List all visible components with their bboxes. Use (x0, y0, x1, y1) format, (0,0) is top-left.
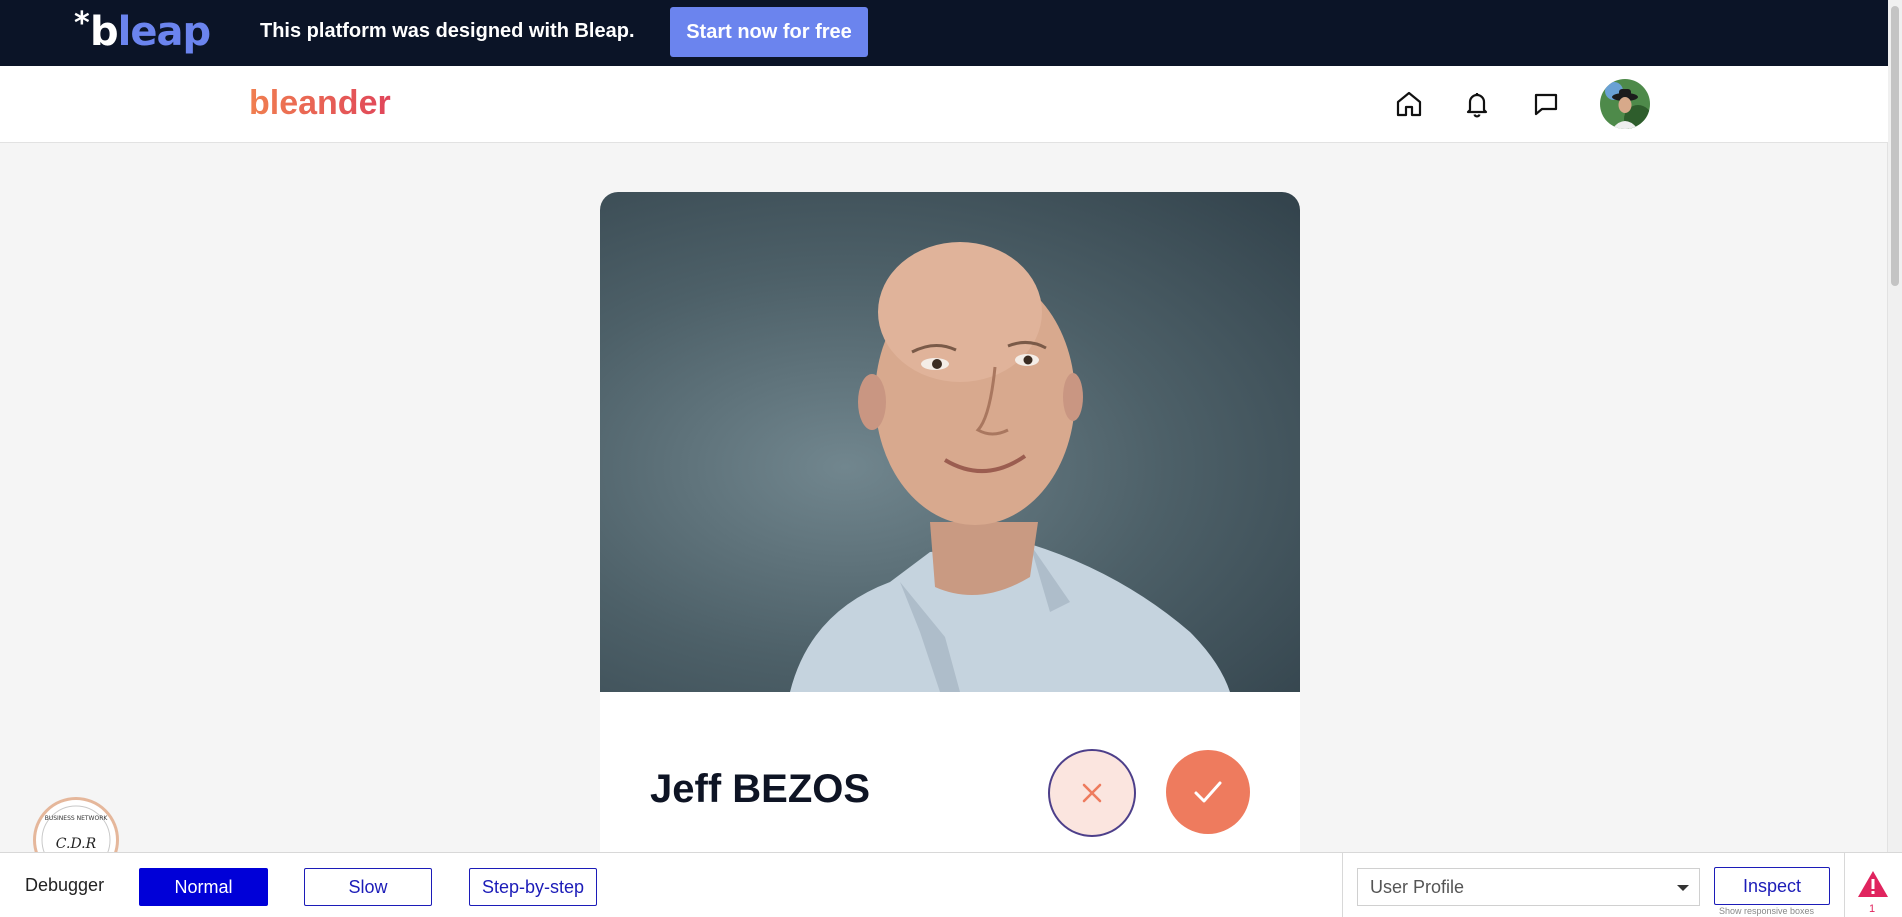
profile-card: Jeff BEZOS (600, 192, 1300, 852)
bell-icon[interactable] (1459, 86, 1495, 122)
accept-button[interactable] (1166, 750, 1250, 834)
svg-text:BUSINESS NETWORK: BUSINESS NETWORK (45, 815, 109, 822)
reject-button[interactable] (1048, 749, 1136, 837)
mode-slow-button[interactable]: Slow (304, 868, 432, 906)
debugger-bar: Debugger Normal Slow Step-by-step User P… (0, 852, 1902, 917)
warning-count: 1 (1869, 903, 1876, 915)
page-select-value: User Profile (1370, 877, 1465, 897)
mode-normal-button[interactable]: Normal (139, 868, 268, 906)
mode-step-by-step-button[interactable]: Step-by-step (469, 868, 597, 906)
bleap-logo-b: b (90, 9, 119, 55)
bleap-logo-rest: leap (117, 9, 211, 55)
chevron-down-icon (1677, 885, 1689, 891)
debugger-divider (1342, 853, 1343, 917)
profile-name: Jeff BEZOS (650, 767, 871, 811)
chat-icon[interactable] (1528, 86, 1564, 122)
bleap-logo[interactable]: bleap (90, 8, 211, 56)
svg-text:C.D.R: C.D.R (56, 836, 97, 852)
inspect-button[interactable]: Inspect (1714, 867, 1830, 905)
page-select[interactable]: User Profile (1357, 868, 1700, 906)
scrollbar-thumb[interactable] (1891, 6, 1899, 286)
bleap-promo-bar: * bleap This platform was designed with … (0, 0, 1888, 66)
start-now-button[interactable]: Start now for free (670, 7, 868, 57)
show-responsive-boxes-label: Show responsive boxes (1719, 906, 1815, 916)
profile-photo (600, 192, 1300, 692)
close-icon (1082, 783, 1102, 803)
brand-logo[interactable]: bleander (249, 84, 391, 123)
check-icon (1194, 781, 1222, 803)
warning-icon[interactable] (1855, 867, 1891, 903)
promo-message: This platform was designed with Bleap. (260, 20, 635, 42)
debugger-divider (1844, 853, 1845, 917)
bleap-logo-star: * (74, 6, 90, 41)
app-header: bleander (0, 66, 1888, 143)
user-avatar[interactable] (1600, 79, 1650, 129)
debugger-label: Debugger (25, 875, 105, 895)
page-scrollbar[interactable] (1887, 0, 1902, 916)
home-icon[interactable] (1391, 86, 1427, 122)
